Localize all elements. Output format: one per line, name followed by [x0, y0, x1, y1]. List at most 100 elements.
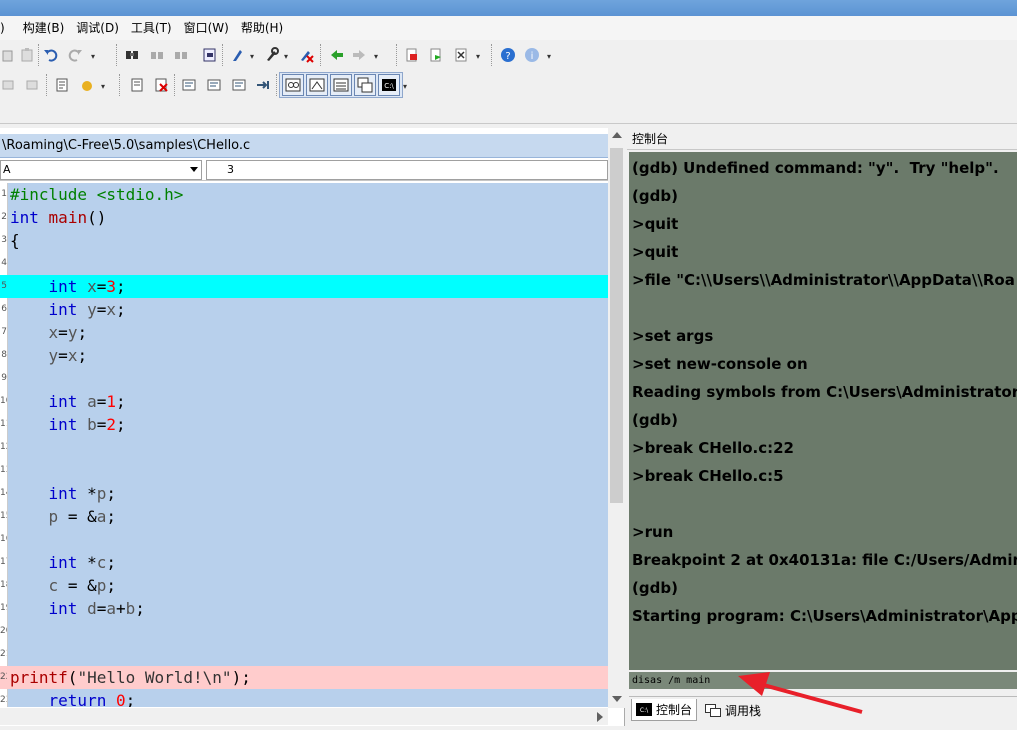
- callstack-icon: [705, 703, 721, 717]
- console-line: >break CHello.c:5: [632, 467, 784, 485]
- console-line: Reading symbols from C:\Users\Administra…: [632, 383, 1017, 401]
- help-icon[interactable]: ?: [499, 46, 517, 64]
- find-icon[interactable]: [123, 46, 141, 64]
- code-line[interactable]: 18 c = &p;: [0, 574, 608, 597]
- find-next-icon[interactable]: [148, 46, 166, 64]
- file-path-tab[interactable]: \Roaming\C-Free\5.0\samples\CHello.c: [0, 134, 608, 158]
- arrow-right-icon[interactable]: [350, 46, 368, 64]
- code-line[interactable]: 16: [0, 528, 608, 551]
- console-line: (gdb) Undefined command: "y". Try "help"…: [632, 159, 999, 177]
- code-text: x=y;: [48, 323, 88, 342]
- file-green-icon[interactable]: [427, 46, 445, 64]
- build-icon[interactable]: [263, 46, 281, 64]
- redo-icon[interactable]: [66, 46, 84, 64]
- console-line: >break CHello.c:22: [632, 439, 794, 457]
- code-line[interactable]: 19 int d=a+b;: [0, 597, 608, 620]
- editor-vertical-scrollbar[interactable]: [608, 128, 625, 708]
- step-into-icon[interactable]: [180, 76, 198, 94]
- line-number: 2: [1, 212, 7, 222]
- console-title: 控制台: [627, 128, 1017, 150]
- code-line[interactable]: 20: [0, 620, 608, 643]
- tab-callstack[interactable]: 调用栈: [701, 699, 765, 721]
- code-line[interactable]: 8 y=x;: [0, 344, 608, 367]
- code-area[interactable]: 1 #include <stdio.h> 2 int main() 3{4 5 int x…: [0, 183, 608, 707]
- delete-breakpoint-icon[interactable]: [152, 76, 170, 94]
- locals-window-icon[interactable]: [306, 74, 328, 96]
- file-close-icon[interactable]: [452, 46, 470, 64]
- function-select[interactable]: 3: [206, 160, 608, 180]
- code-line[interactable]: 15 p = &a;: [0, 505, 608, 528]
- console-output[interactable]: (gdb) Undefined command: "y". Try "help"…: [629, 152, 1017, 670]
- paste-icon[interactable]: [18, 46, 36, 64]
- code-line[interactable]: 14 int *p;: [0, 482, 608, 505]
- stop-build-icon[interactable]: [297, 46, 315, 64]
- code-line[interactable]: 3{: [0, 229, 608, 252]
- svg-text:?: ?: [505, 51, 510, 62]
- chevron-down-icon[interactable]: [190, 167, 198, 172]
- document-icon[interactable]: [53, 76, 71, 94]
- console-line: >run: [632, 523, 674, 541]
- copy-icon[interactable]: [0, 46, 18, 64]
- menu-partial[interactable]: ): [0, 16, 11, 40]
- svg-text:i: i: [531, 51, 534, 62]
- file-red-icon[interactable]: [403, 46, 421, 64]
- step-over-icon[interactable]: [205, 76, 223, 94]
- code-line[interactable]: 17 int *c;: [0, 551, 608, 574]
- line-number: 10: [0, 396, 7, 406]
- hand-icon[interactable]: [78, 76, 96, 94]
- menu-debug[interactable]: 调试(D): [70, 16, 125, 40]
- compile-icon[interactable]: [230, 46, 248, 64]
- chevron-down-icon[interactable]: ▾: [374, 52, 380, 62]
- code-line[interactable]: 1 #include <stdio.h>: [0, 183, 608, 206]
- code-line[interactable]: 13: [0, 459, 608, 482]
- code-line[interactable]: 11 int b=2;: [0, 413, 608, 436]
- console-window-icon[interactable]: C:\: [378, 74, 400, 96]
- replace-icon[interactable]: [201, 46, 219, 64]
- scroll-down-icon[interactable]: [612, 696, 622, 702]
- code-line[interactable]: 21: [0, 643, 608, 666]
- run-to-cursor-icon[interactable]: [254, 76, 272, 94]
- chevron-down-icon[interactable]: ▾: [403, 82, 409, 92]
- chevron-down-icon[interactable]: ▾: [547, 52, 553, 62]
- code-line[interactable]: 2 int main(): [0, 206, 608, 229]
- menu-window[interactable]: 窗口(W): [178, 16, 235, 40]
- chevron-down-icon[interactable]: ▾: [284, 52, 290, 62]
- code-line[interactable]: 12: [0, 436, 608, 459]
- scroll-right-icon[interactable]: [597, 712, 603, 722]
- menu-tools[interactable]: 工具(T): [125, 16, 178, 40]
- scroll-thumb[interactable]: [610, 148, 623, 503]
- callstack-window-icon[interactable]: [354, 74, 376, 96]
- chevron-down-icon[interactable]: ▾: [476, 52, 482, 62]
- code-line[interactable]: 22printf("Hello World!\n");: [0, 666, 608, 689]
- menu-help[interactable]: 帮助(H): [235, 16, 289, 40]
- registers-window-icon[interactable]: [330, 74, 352, 96]
- console-line: >quit: [632, 243, 679, 261]
- toolbar-separator: [396, 44, 397, 66]
- chevron-down-icon[interactable]: ▾: [250, 52, 256, 62]
- chevron-down-icon[interactable]: ▾: [91, 52, 97, 62]
- editor-horizontal-scrollbar[interactable]: [0, 708, 608, 725]
- code-line[interactable]: 10 int a=1;: [0, 390, 608, 413]
- tab-console[interactable]: C:\ 控制台: [631, 699, 698, 721]
- scope-select[interactable]: A: [0, 160, 202, 180]
- code-text: int y=x;: [48, 300, 126, 319]
- info-icon[interactable]: i: [523, 46, 541, 64]
- menu-build[interactable]: 构建(B): [11, 16, 71, 40]
- undo-icon[interactable]: [42, 46, 60, 64]
- bookmark-next-icon[interactable]: [24, 76, 42, 94]
- list-icon[interactable]: [128, 76, 146, 94]
- step-out-icon[interactable]: [230, 76, 248, 94]
- find-prev-icon[interactable]: [172, 46, 190, 64]
- code-line[interactable]: 23 return 0;: [0, 689, 608, 707]
- code-line[interactable]: 9: [0, 367, 608, 390]
- arrow-left-icon[interactable]: [328, 46, 346, 64]
- chevron-down-icon[interactable]: ▾: [101, 82, 107, 92]
- code-line[interactable]: 6 int y=x;: [0, 298, 608, 321]
- code-line[interactable]: 4: [0, 252, 608, 275]
- watch-window-icon[interactable]: [282, 74, 304, 96]
- console-command-input[interactable]: disas /m main: [629, 672, 1017, 689]
- code-line[interactable]: 5 int x=3;: [0, 275, 608, 298]
- scroll-up-icon[interactable]: [612, 132, 622, 138]
- bookmark-icon[interactable]: [0, 76, 18, 94]
- code-line[interactable]: 7 x=y;: [0, 321, 608, 344]
